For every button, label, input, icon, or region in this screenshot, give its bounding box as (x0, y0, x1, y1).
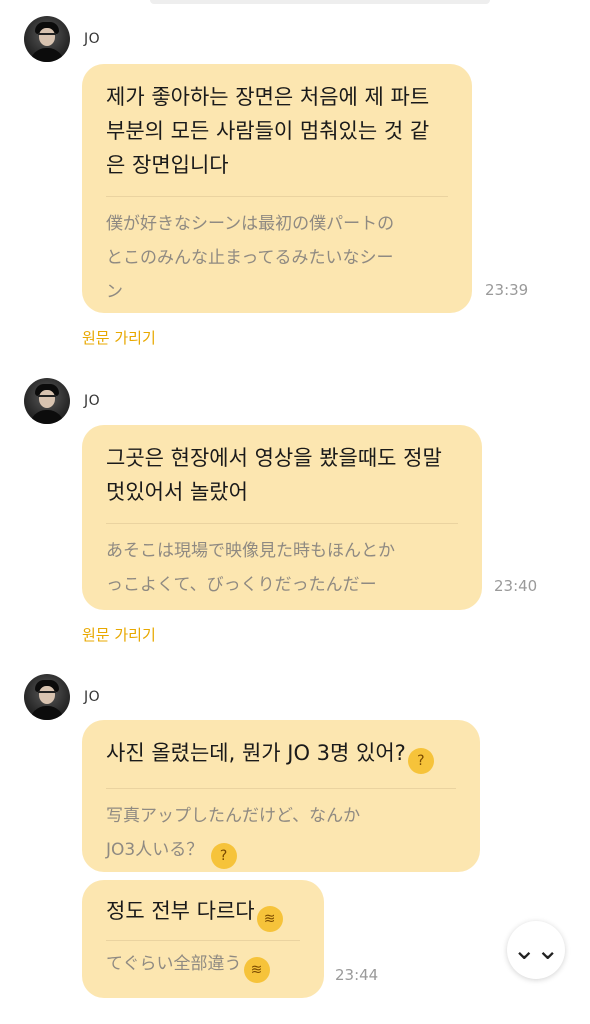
message-text-korean: 정도 전부 다르다 ≋ (106, 894, 300, 932)
message-bubble[interactable]: 제가 좋아하는 장면은 처음에 제 파트 부분의 모든 사람들이 멈춰있는 것 … (82, 64, 472, 313)
translation-divider (106, 788, 456, 789)
sender-avatar[interactable] (24, 378, 70, 424)
thinking-face-emoji: ? (407, 748, 434, 774)
translation-divider (106, 940, 300, 941)
message-text-korean: 그곳은 현장에서 영상을 봤을때도 정말 멋있어서 놀랐어 (106, 446, 442, 504)
double-chevron-down-icon: ⌄⌄ (512, 933, 560, 966)
message-timestamp: 23:40 (494, 577, 538, 595)
scroll-to-bottom-button[interactable]: ⌄⌄ (507, 921, 565, 979)
hide-original-link[interactable]: 원문 가리기 (82, 624, 156, 645)
message-text-original: 僕が好きなシーンは最初の僕パートの とこのみんな止まってるみたいなシー ン (106, 214, 395, 302)
message-bubble[interactable]: 정도 전부 다르다 ≋ てぐらい全部違う ≋ (82, 880, 324, 998)
message-text-original: あそこは現場で映像見た時もほんとか っこよくて、びっくりだったんだー (106, 541, 395, 595)
thinking-face-emoji: ? (210, 843, 237, 869)
message-timestamp: 23:39 (485, 281, 529, 299)
message-text-korean: 사진 올렸는데, 뭔가 JO 3명 있어?? (106, 736, 456, 774)
message-text-original: 写真アップしたんだけど、なんか JO3人いる？ ? (106, 799, 456, 869)
message-timestamp: 23:44 (335, 966, 379, 984)
message-bubble[interactable]: 그곳은 현장에서 영상을 봤을때도 정말 멋있어서 놀랐어 あそこは現場で映像見… (82, 425, 482, 610)
rofl-emoji: ≋ (256, 906, 283, 932)
sender-name: JO (84, 31, 101, 47)
message-text-original: てぐらい全部違う ≋ (106, 947, 300, 983)
rofl-emoji: ≋ (243, 957, 270, 983)
hide-original-link[interactable]: 원문 가리기 (82, 327, 156, 348)
message-text-korean: 제가 좋아하는 장면은 처음에 제 파트 부분의 모든 사람들이 멈춰있는 것 … (106, 85, 430, 177)
top-divider (150, 0, 490, 4)
sender-avatar[interactable] (24, 674, 70, 720)
translation-divider (106, 523, 458, 524)
message-bubble[interactable]: 사진 올렸는데, 뭔가 JO 3명 있어?? 写真アップしたんだけど、なんか J… (82, 720, 480, 872)
sender-name: JO (84, 689, 101, 705)
sender-name: JO (84, 393, 101, 409)
sender-avatar[interactable] (24, 16, 70, 62)
translation-divider (106, 196, 448, 197)
